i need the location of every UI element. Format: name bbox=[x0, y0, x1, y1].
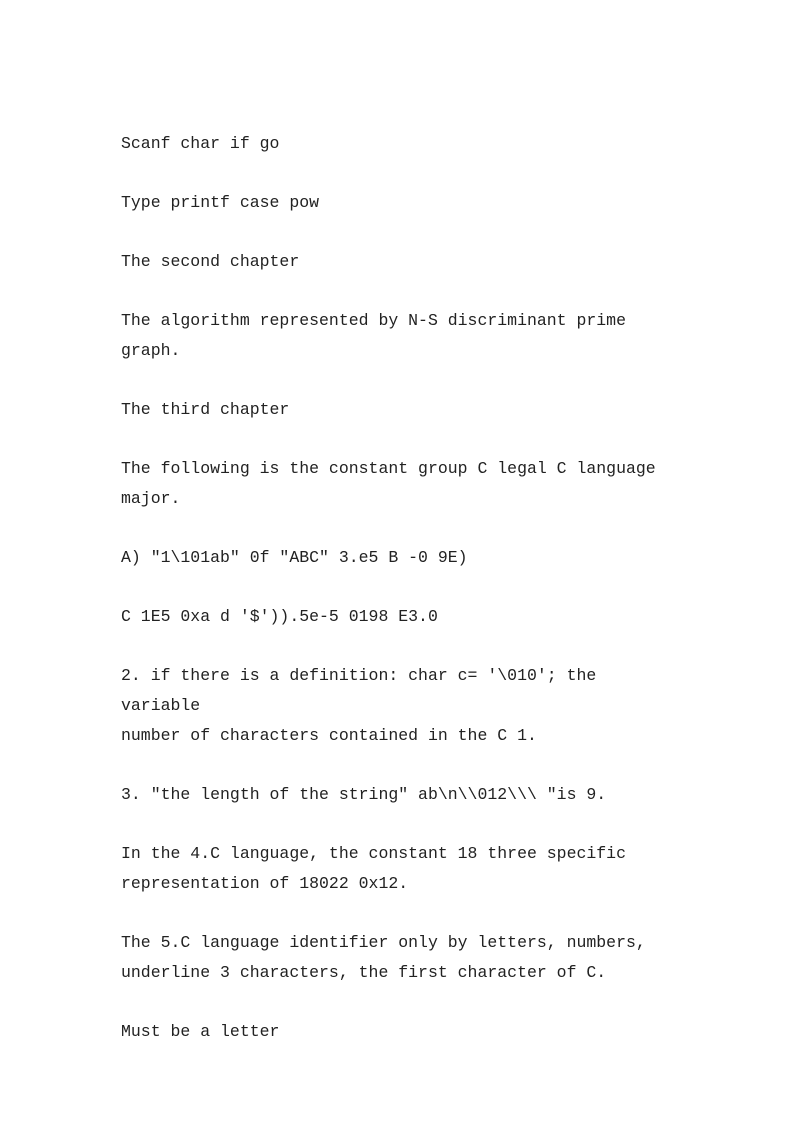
question-5-continuation: Must be a letter bbox=[121, 1022, 280, 1041]
question-4: In the 4.C language, the constant 18 thr… bbox=[121, 844, 626, 893]
chapter-heading-third: The third chapter bbox=[121, 400, 290, 419]
document-page: Scanf char if go Type printf case pow Th… bbox=[0, 0, 800, 1132]
paragraph-keywords-1: Scanf char if go bbox=[121, 134, 280, 153]
question-1-option-a: A) "1\101ab" 0f "ABC" 3.e5 B -0 9E) bbox=[121, 548, 468, 567]
chapter-heading-second: The second chapter bbox=[121, 252, 300, 271]
question-2: 2. if there is a definition: char c= '\0… bbox=[121, 666, 597, 745]
question-1-option-c: C 1E5 0xa d '$')).5e-5 0198 E3.0 bbox=[121, 607, 438, 626]
question-1: The following is the constant group C le… bbox=[121, 459, 656, 508]
paragraph-keywords-2: Type printf case pow bbox=[121, 193, 320, 212]
question-3: 3. "the length of the string" ab\n\\012\… bbox=[121, 785, 607, 804]
document-body: Scanf char if go Type printf case pow Th… bbox=[121, 129, 681, 1076]
question-5: The 5.C language identifier only by lett… bbox=[121, 933, 646, 982]
paragraph-algorithm: The algorithm represented by N-S discrim… bbox=[121, 311, 636, 360]
